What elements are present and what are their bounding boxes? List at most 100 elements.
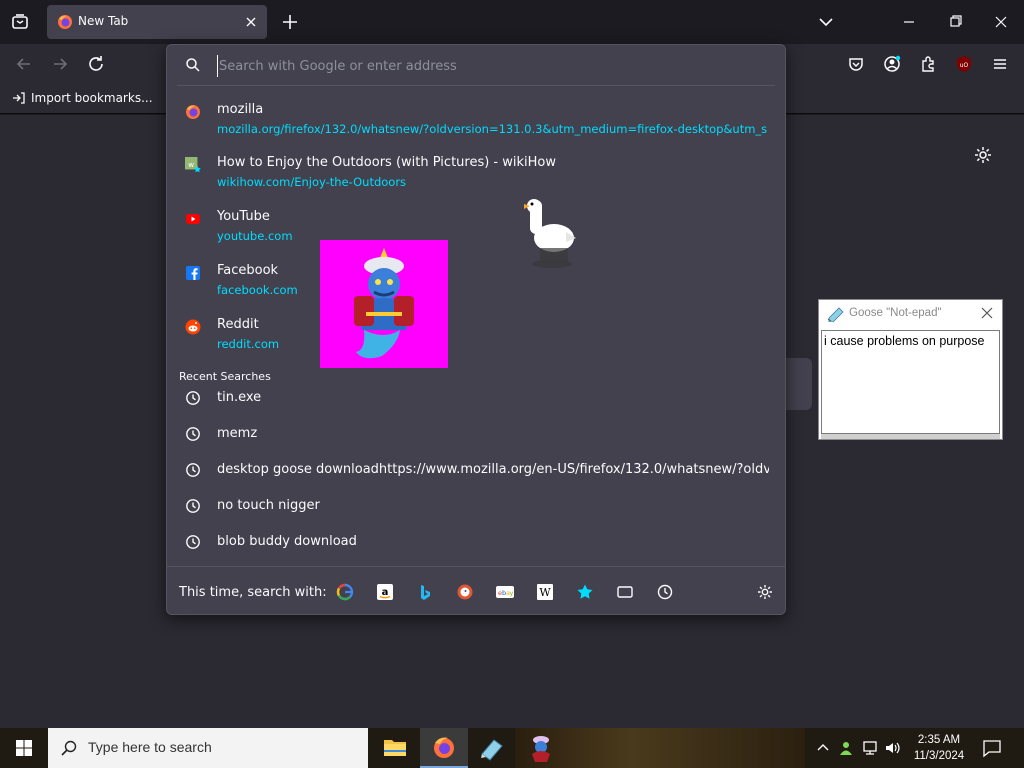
tab-strip: New Tab [0, 0, 1024, 44]
windows-logo-icon [16, 740, 32, 756]
goose-icon [524, 199, 576, 268]
forward-arrow-icon[interactable] [50, 54, 70, 74]
genie-app-icon [532, 736, 550, 762]
amazon-icon[interactable]: a [376, 583, 394, 601]
firefox-icon [434, 737, 454, 758]
minimize-icon[interactable] [897, 10, 921, 34]
sidebar-handle [786, 358, 812, 410]
history-clock-icon [186, 427, 200, 441]
notification-icon[interactable] [982, 738, 1002, 758]
recent-search-row[interactable]: tin.exe [167, 385, 785, 415]
ublock-origin-icon[interactable]: uO [954, 54, 974, 74]
import-icon [13, 92, 25, 104]
window-close-icon[interactable] [989, 10, 1013, 34]
ebay-icon[interactable]: ebay [496, 583, 514, 601]
taskbar-search-box[interactable]: Type here to search [48, 728, 368, 768]
facebook-icon [186, 266, 200, 280]
genie-image [320, 240, 448, 368]
clock-time: 2:35 AM [917, 734, 961, 746]
urlbar-input-row [167, 45, 785, 85]
divider [177, 85, 775, 86]
duckduckgo-icon[interactable] [456, 583, 474, 601]
taskbar-clock[interactable]: 2:35 AM 11/3/2024 [904, 732, 974, 764]
result-title: How to Enjoy the Outdoors (with Pictures… [217, 155, 557, 170]
history-clock-icon [186, 391, 200, 405]
youtube-icon [186, 214, 200, 224]
recent-search-row[interactable]: desktop goose downloadhttps://www.mozill… [167, 457, 785, 487]
folder-icon [384, 740, 406, 756]
people-icon[interactable] [838, 740, 854, 756]
bing-icon[interactable] [416, 583, 434, 601]
taskbar-search-placeholder: Type here to search [88, 739, 212, 755]
notepad-text-area[interactable]: i cause problems on purpose [821, 330, 1000, 434]
recent-search-row[interactable]: blob buddy download [167, 529, 785, 559]
account-icon[interactable] [882, 54, 902, 74]
result-title: Facebook [217, 263, 279, 278]
tab-new-tab[interactable]: New Tab [47, 5, 267, 39]
back-arrow-icon[interactable] [14, 54, 34, 74]
page-settings-gear-icon[interactable] [973, 145, 993, 165]
notepad-text: i cause problems on purpose [824, 334, 985, 348]
result-url: facebook.com [217, 283, 298, 297]
result-row[interactable]: w How to Enjoy the Outdoors (with Pictur… [167, 153, 785, 203]
close-icon[interactable] [243, 14, 259, 30]
wikihow-icon: w [185, 157, 201, 173]
bookmarks-star-icon[interactable] [576, 583, 594, 601]
notepad-titlebar[interactable]: Goose "Not-epad" [819, 300, 1002, 328]
maximize-icon[interactable] [943, 10, 967, 34]
list-all-tabs-chevron-icon[interactable] [814, 10, 838, 34]
firefox-icon [58, 15, 72, 29]
svg-text:W: W [539, 586, 551, 599]
recent-search-text: tin.exe [217, 390, 262, 405]
taskbar-firefox[interactable] [420, 728, 468, 768]
reddit-icon [185, 319, 201, 335]
search-settings-gear-icon[interactable] [756, 583, 774, 601]
recent-search-row[interactable]: no touch nigger [167, 493, 785, 523]
result-row[interactable]: YouTube youtube.com [167, 207, 785, 257]
result-row[interactable]: Facebook facebook.com [167, 261, 785, 311]
notepad-icon [481, 739, 503, 761]
svg-text:w: w [188, 160, 194, 169]
tab-overview-icon[interactable] [8, 10, 32, 34]
taskbar-file-explorer[interactable] [371, 728, 419, 768]
history-icon[interactable] [656, 583, 674, 601]
result-title: Reddit [217, 317, 259, 332]
svg-text:y: y [510, 589, 514, 597]
urlbar-dropdown: mozilla mozilla.org/firefox/132.0/whatsn… [166, 44, 786, 615]
import-bookmarks-button[interactable]: Import bookmarks... [12, 91, 153, 105]
recent-search-text: no touch nigger [217, 498, 320, 513]
svg-text:uO: uO [960, 62, 969, 69]
reload-icon[interactable] [86, 54, 106, 74]
result-title: mozilla [217, 102, 264, 117]
tab-title: New Tab [78, 14, 129, 28]
start-button[interactable] [0, 728, 48, 768]
wikipedia-icon[interactable]: W [536, 583, 554, 601]
tabs-icon[interactable] [616, 583, 634, 601]
result-row[interactable]: Reddit reddit.com [167, 315, 785, 365]
new-tab-plus-icon[interactable] [280, 12, 300, 32]
volume-icon[interactable] [884, 740, 900, 756]
goose-notepad-window: Goose "Not-epad" i cause problems on pur… [818, 299, 1003, 440]
svg-text:a: a [382, 587, 389, 598]
genie-character-icon [354, 248, 414, 359]
recent-search-row[interactable]: memz [167, 421, 785, 451]
import-bookmarks-label: Import bookmarks... [31, 91, 153, 105]
tray-overflow-chevron-icon[interactable] [815, 740, 831, 756]
google-icon[interactable] [336, 583, 354, 601]
hamburger-menu-icon[interactable] [990, 54, 1010, 74]
taskbar-notepad[interactable] [468, 728, 516, 768]
network-icon[interactable] [862, 740, 878, 756]
pocket-icon[interactable] [846, 54, 866, 74]
history-clock-icon [186, 499, 200, 513]
result-row[interactable]: mozilla mozilla.org/firefox/132.0/whatsn… [167, 100, 785, 150]
recent-search-text: memz [217, 426, 258, 441]
extensions-puzzle-icon[interactable] [918, 54, 938, 74]
notepad-scrollbar[interactable] [821, 434, 1000, 439]
close-icon[interactable] [980, 306, 994, 320]
urlbar-input[interactable] [217, 55, 777, 77]
firefox-icon [186, 105, 200, 119]
result-url: wikihow.com/Enjoy-the-Outdoors [217, 175, 407, 189]
divider [167, 566, 785, 567]
taskbar-genie-app[interactable] [517, 728, 565, 768]
result-url: youtube.com [217, 229, 293, 243]
